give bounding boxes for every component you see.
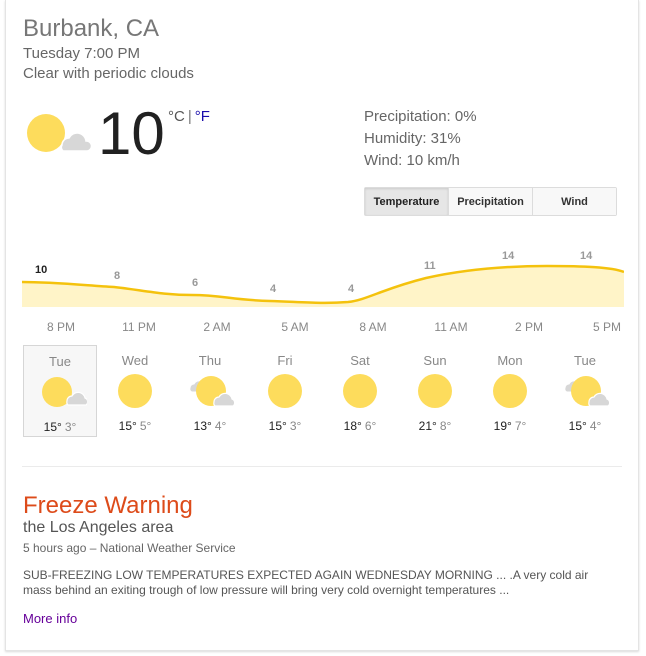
unit-fahrenheit-link[interactable]: °F	[195, 108, 210, 125]
day-high: 21°	[418, 419, 437, 433]
hour-tick: 2 AM	[203, 320, 231, 334]
hour-label-3: 6	[192, 277, 198, 289]
hour-axis: 8 PM 11 PM 2 AM 5 AM 8 AM 11 AM 2 PM 5 P…	[22, 320, 622, 336]
humidity-stat: Humidity: 31%	[364, 130, 461, 147]
day-temps: 15° 5°	[98, 419, 172, 433]
hour-label-5: 4	[348, 283, 355, 295]
day-high: 15°	[43, 420, 62, 434]
hour-tick: 2 PM	[514, 320, 544, 334]
day-high: 19°	[493, 419, 512, 433]
sunny-icon	[415, 373, 461, 414]
precipitation-stat: Precipitation: 0%	[364, 108, 477, 125]
forecast-day-wed[interactable]: Wed 15° 5°	[98, 345, 172, 437]
day-name: Wed	[121, 353, 149, 368]
wind-stat: Wind: 10 km/h	[364, 152, 460, 169]
weather-stats: Precipitation: 0% Humidity: 31% Wind: 10…	[364, 106, 477, 172]
tab-precipitation[interactable]: Precipitation	[449, 188, 533, 215]
day-temps: 15° 3°	[248, 419, 322, 433]
warning-title: Freeze Warning	[23, 492, 193, 519]
sunny-icon	[490, 373, 536, 414]
more-info-link[interactable]: More info	[23, 611, 77, 626]
day-low: 4°	[214, 419, 227, 433]
day-high: 13°	[193, 419, 212, 433]
tab-wind[interactable]: Wind	[533, 188, 616, 215]
day-low: 8°	[439, 419, 452, 433]
day-low: 5°	[139, 419, 152, 433]
day-low: 3°	[289, 419, 302, 433]
day-low: 6°	[364, 419, 377, 433]
day-temps: 18° 6°	[323, 419, 397, 433]
warning-body: SUB-FREEZING LOW TEMPERATURES EXPECTED A…	[23, 568, 589, 597]
day-temps: 15° 3°	[24, 420, 96, 434]
day-name: Mon	[497, 353, 523, 368]
mostly-cloudy-icon	[564, 373, 611, 414]
day-temps: 19° 7°	[473, 419, 547, 433]
sunny-icon	[340, 373, 386, 414]
day-name: Thu	[198, 353, 222, 368]
hour-tick: 8 PM	[46, 320, 76, 334]
day-temps: 15° 4°	[548, 419, 622, 433]
mostly-cloudy-icon	[189, 373, 236, 414]
unit-separator: |	[187, 108, 192, 125]
daily-forecast: Tue 15° 3° Wed 15° 5° Thu 13° 4° Fri 15°…	[22, 345, 626, 437]
forecast-day-mon[interactable]: Mon 19° 7°	[473, 345, 547, 437]
day-low: 3°	[64, 420, 77, 434]
tab-temperature[interactable]: Temperature	[365, 188, 449, 215]
condition-text: Clear with periodic clouds	[23, 65, 194, 82]
day-name: Fri	[277, 353, 293, 368]
warning-source: 5 hours ago – National Weather Service	[23, 541, 236, 555]
day-low: 7°	[514, 419, 527, 433]
warning-area: the Los Angeles area	[23, 519, 174, 536]
day-high: 15°	[268, 419, 287, 433]
day-name: Sun	[423, 353, 447, 368]
hour-label-4: 4	[270, 283, 277, 295]
hour-tick: 5 AM	[281, 320, 309, 334]
forecast-day-sun[interactable]: Sun 21° 8°	[398, 345, 472, 437]
hour-tick: 5 PM	[592, 320, 622, 334]
hour-label-8: 14	[580, 250, 593, 262]
sunny-icon	[265, 373, 311, 414]
forecast-day-tue[interactable]: Tue 15° 3°	[23, 345, 97, 437]
current-temperature: 10	[98, 100, 165, 167]
day-temps: 21° 8°	[398, 419, 472, 433]
forecast-day-sat[interactable]: Sat 18° 6°	[323, 345, 397, 437]
hour-tick: 8 AM	[359, 320, 387, 334]
hour-label-2: 8	[114, 270, 120, 282]
day-low: 4°	[589, 419, 602, 433]
unit-toggle: °C | °F	[168, 108, 210, 125]
forecast-day-fri[interactable]: Fri 15° 3°	[248, 345, 322, 437]
hour-label-7: 14	[502, 250, 515, 262]
hour-label-6: 11	[424, 260, 436, 272]
day-high: 18°	[343, 419, 362, 433]
sunny-icon	[115, 373, 161, 414]
unit-celsius: °C	[168, 108, 185, 125]
day-name: Tue	[49, 354, 71, 369]
hour-tick: 11 PM	[122, 320, 156, 334]
weather-card: Burbank, CA Tuesday 7:00 PM Clear with p…	[5, 0, 639, 651]
hour-tick: 11 AM	[434, 320, 468, 334]
day-high: 15°	[568, 419, 587, 433]
day-high: 15°	[118, 419, 137, 433]
partly-cloudy-icon	[26, 112, 93, 163]
day-temps: 13° 4°	[173, 419, 247, 433]
forecast-day-thu[interactable]: Thu 13° 4°	[173, 345, 247, 437]
day-name: Tue	[574, 353, 596, 368]
section-divider	[22, 466, 622, 467]
chart-tabs: Temperature Precipitation Wind	[364, 187, 617, 216]
partly-cloudy-icon	[41, 374, 89, 415]
location-title: Burbank, CA	[23, 15, 160, 42]
temperature-chart: 10 8 6 4 4 11 14 14	[22, 250, 624, 307]
forecast-day-tue-next[interactable]: Tue 15° 4°	[548, 345, 622, 437]
datetime-text: Tuesday 7:00 PM	[23, 45, 141, 62]
day-name: Sat	[350, 353, 370, 368]
hour-label-1: 10	[35, 264, 47, 276]
